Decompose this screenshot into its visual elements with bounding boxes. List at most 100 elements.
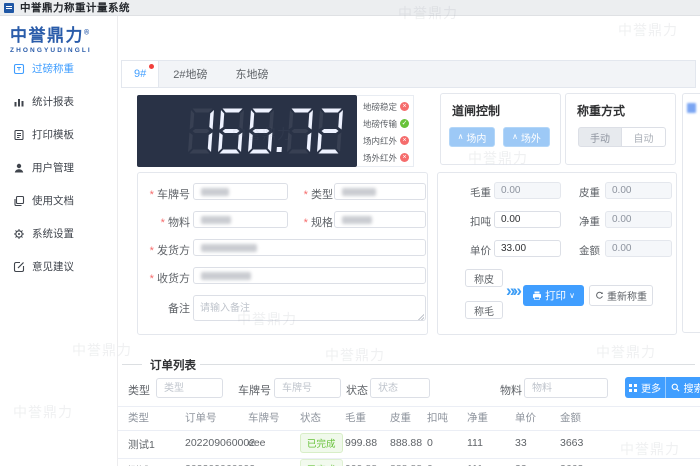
sidebar-item-print-templates[interactable]: 打印模板 [0,118,118,151]
sidebar-item-users[interactable]: 用户管理 [0,151,118,184]
weigh-tare-button[interactable]: 称皮 [465,269,503,287]
gate-inside-button[interactable]: ∧场内 [449,127,495,147]
filter-status-label: 状态 [346,382,368,398]
masked-value [342,188,376,196]
spec-field[interactable] [334,211,426,228]
chevron-down-icon: ∨ [569,291,575,300]
watermark: 中誉鼎力 [618,20,678,40]
deduction-label: 扣吨 [446,214,491,229]
filter-material-label: 物料 [500,382,522,398]
sidebar-item-weighing[interactable]: 过磅称重 [0,52,118,85]
remark-label: 备注 [138,300,190,316]
price-input[interactable] [494,240,561,257]
sidebar-item-label: 过磅称重 [32,61,74,76]
status-badge: 已完成 [300,433,343,453]
search-button[interactable]: 搜索 [666,377,700,398]
col-header: 毛重 [345,410,366,425]
weights-card: 毛重 皮重 扣吨 净重 单价 金额 称皮 称毛 »» 打印 ∨ 重新称重 [437,172,677,335]
window-titlebar: 中誉鼎力称重计量系统 [0,0,700,16]
weigh-mode-toggle: 手动 自动 [578,127,666,147]
col-header: 皮重 [390,410,411,425]
tab-label: 9# [134,68,146,80]
col-header: 金额 [560,410,581,425]
scale-status-panel: 地磅稳定 地磅传输 场内红外 场外红外 [357,95,414,167]
print-button[interactable]: 打印 ∨ [523,285,584,306]
remark-textarea[interactable] [193,295,426,321]
tab-scale-9[interactable]: 9# [122,61,159,87]
sidebar: 中誉鼎力® ZHONGYUDINGLI 过磅称重 统计报表 打印模板 用户管理 [0,16,118,466]
brand-logo: 中誉鼎力® ZHONGYUDINGLI [10,21,92,54]
filter-plate-label: 车牌号 [238,382,271,398]
scale-tabs: 9# 2#地磅 东地磅 [121,60,696,88]
cell-order-no: 202209060002 [185,437,255,449]
sidebar-item-label: 系统设置 [32,226,74,241]
masked-value [201,244,257,252]
tab-label: 东地磅 [236,66,269,82]
tab-scale-2[interactable]: 2#地磅 [159,61,221,87]
sidebar-item-feedback[interactable]: 意见建议 [0,250,118,283]
app-window: 中誉鼎力称重计量系统 中誉鼎力® ZHONGYUDINGLI 过磅称重 统计报表… [0,0,700,466]
net-input [605,211,672,228]
shipper-field[interactable] [193,239,426,256]
watermark: 中誉鼎力 [596,342,656,362]
masked-value [201,272,251,280]
more-button[interactable]: 更多 [625,377,666,398]
cell-net: 111 [467,437,483,449]
weighbridge-icon [13,63,25,75]
net-label: 净重 [556,214,600,229]
sidebar-item-reports[interactable]: 统计报表 [0,85,118,118]
col-header: 单价 [515,410,536,425]
cell-status: 已完成 [300,433,343,453]
type-field[interactable] [334,183,426,200]
double-chevron-right-icon: »» [506,281,519,301]
chevron-up-icon: ∧ [512,133,518,141]
reweigh-button[interactable]: 重新称重 [589,285,653,306]
chevron-up-icon: ∧ [458,133,464,141]
sidebar-item-label: 统计报表 [32,94,74,109]
print-template-icon [13,129,25,141]
filter-material-input[interactable] [524,378,608,398]
filter-plate-input[interactable] [274,378,341,398]
watermark: 中誉鼎力 [325,345,385,365]
spec-label: 规格 [296,214,333,230]
textarea-resize-handle[interactable] [418,314,424,320]
material-field[interactable] [193,211,288,228]
sidebar-nav: 过磅称重 统计报表 打印模板 用户管理 使用文档 系统设置 [0,52,118,283]
masked-value [342,216,372,224]
filter-status-input[interactable] [370,378,430,398]
printer-icon [532,291,542,300]
cell-deduction: 0 [427,437,433,449]
sidebar-item-settings[interactable]: 系统设置 [0,217,118,250]
plate-field[interactable] [193,183,288,200]
receiver-field[interactable] [193,267,426,284]
status-scale-stable: 地磅稳定 [363,101,409,112]
feedback-icon [13,261,25,273]
sidebar-item-docs[interactable]: 使用文档 [0,184,118,217]
shipper-label: 发货方 [138,242,190,258]
type-label: 类型 [296,186,333,202]
cell-status: 已完成 [300,459,343,466]
status-label: 地磅稳定 [363,101,397,113]
partial-link-text [687,103,696,113]
col-header: 订单号 [185,410,217,425]
weigh-mode-auto[interactable]: 自动 [622,127,666,147]
gross-label: 毛重 [446,185,491,200]
error-circle-icon [400,136,409,145]
status-infrared-inside: 场内红外 [363,135,409,146]
weigh-gross-button[interactable]: 称毛 [465,301,503,319]
tab-scale-east[interactable]: 东地磅 [222,61,283,87]
divider [122,364,142,365]
weigh-mode-manual[interactable]: 手动 [578,127,622,147]
status-infrared-outside: 场外红外 [363,152,409,163]
filter-type-input[interactable] [156,378,223,398]
divider [118,458,700,459]
right-panel-partial [682,93,700,333]
gate-outside-button[interactable]: ∧场外 [503,127,550,147]
masked-value [201,216,231,224]
status-badge: 已完成 [300,459,343,466]
orders-actions: 更多 搜索 [625,377,700,398]
deduction-input[interactable] [494,211,561,228]
sidebar-item-label: 用户管理 [32,160,74,175]
sidebar-item-label: 意见建议 [32,259,74,274]
col-header: 类型 [128,410,149,425]
